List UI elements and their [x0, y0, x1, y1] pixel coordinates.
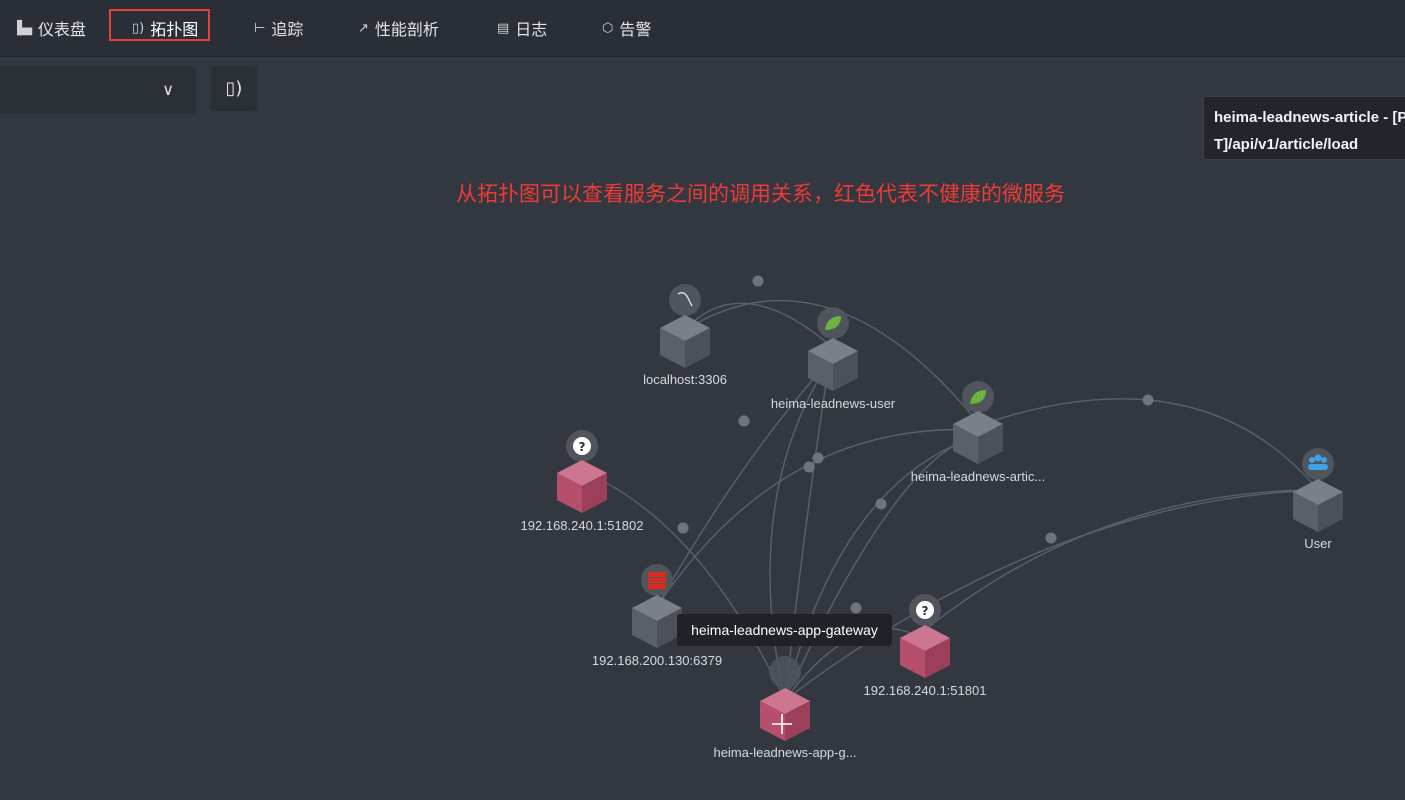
node-user-service[interactable]: [808, 307, 858, 391]
edge: [924, 489, 1319, 631]
question-glyph: ?: [922, 604, 929, 618]
redis-icon-layer: [648, 578, 666, 583]
node-gateway[interactable]: [760, 656, 810, 741]
node-label: heima-leadnews-artic...: [910, 469, 1046, 484]
edge-marker[interactable]: [752, 275, 764, 287]
edge: [784, 489, 1319, 701]
node-mysql[interactable]: [660, 284, 710, 368]
edge: [784, 359, 831, 701]
node-label: 192.168.240.1:51801: [863, 683, 987, 698]
question-glyph: ?: [579, 440, 586, 454]
edge-marker[interactable]: [812, 452, 824, 464]
mysql-icon-badge: [669, 284, 701, 316]
node-ip-51802[interactable]: ?: [557, 430, 607, 513]
topology-graph[interactable]: ? ?: [0, 0, 1405, 800]
edge-marker[interactable]: [803, 461, 815, 473]
node-label: 192.168.200.130:6379: [591, 653, 723, 668]
redis-icon: [648, 572, 666, 577]
node-label: heima-leadnews-app-g...: [713, 745, 857, 760]
node-label: 192.168.240.1:51802: [520, 518, 644, 533]
redis-icon-layer: [648, 584, 666, 589]
edge-marker[interactable]: [875, 498, 887, 510]
node-user-client[interactable]: [1293, 448, 1343, 532]
node-article-service[interactable]: [953, 381, 1003, 464]
edge-marker[interactable]: [738, 415, 750, 427]
gateway-icon-badge: [769, 656, 801, 688]
edge-marker[interactable]: [1045, 532, 1057, 544]
node-ip-51801[interactable]: ?: [900, 594, 950, 678]
edge-marker[interactable]: [1142, 394, 1154, 406]
node-hover-tooltip: heima-leadnews-app-gateway: [677, 614, 892, 646]
edge-marker[interactable]: [850, 602, 862, 614]
node-label: localhost:3306: [643, 372, 727, 387]
edge-marker[interactable]: [677, 522, 689, 534]
node-label: heima-leadnews-user: [770, 396, 896, 411]
node-label: User: [1304, 536, 1332, 551]
edge-markers: [677, 275, 1154, 614]
